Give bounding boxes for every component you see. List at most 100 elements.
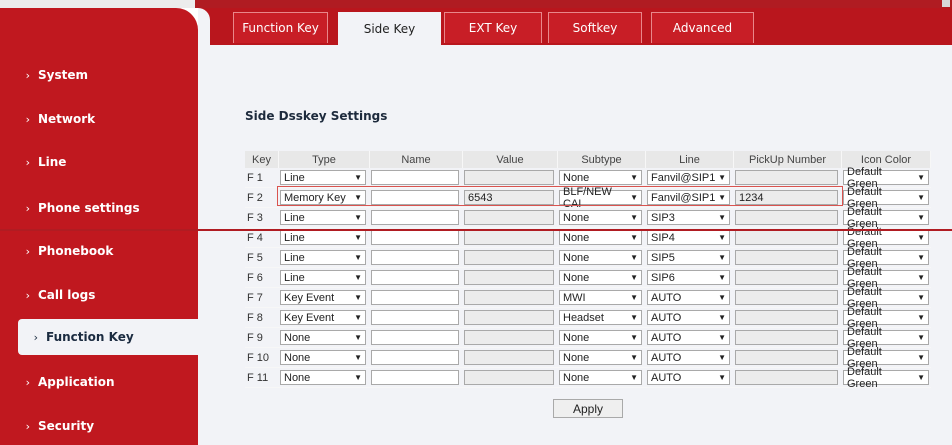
- sidebar-item-phonebook[interactable]: › Phonebook: [0, 233, 198, 269]
- sidebar-item-application[interactable]: › Application: [0, 364, 198, 400]
- subtype-select[interactable]: None ▼: [559, 170, 642, 185]
- name-input[interactable]: [371, 370, 459, 385]
- subtype-select[interactable]: BLF/NEW CAI ▼: [559, 186, 642, 210]
- line-select[interactable]: SIP6 ▼: [647, 270, 730, 285]
- value-cell: [463, 288, 558, 308]
- subtype-select[interactable]: Headset ▼: [559, 310, 642, 325]
- pickup-number-input[interactable]: [735, 230, 838, 245]
- sidebar-item-system[interactable]: › System: [0, 57, 198, 93]
- subtype-select[interactable]: None ▼: [559, 370, 642, 385]
- sidebar-item-line[interactable]: › Line: [0, 144, 198, 180]
- value-input[interactable]: [464, 350, 554, 365]
- name-input[interactable]: [371, 190, 459, 205]
- name-input[interactable]: [371, 350, 459, 365]
- value-input[interactable]: [464, 290, 554, 305]
- line-select[interactable]: SIP3 ▼: [647, 210, 730, 225]
- pickup-number-input[interactable]: [735, 310, 838, 325]
- line-select[interactable]: Fanvil@SIP1 ▼: [647, 190, 730, 205]
- type-select[interactable]: Key Event ▼: [280, 290, 366, 305]
- value-input[interactable]: [464, 270, 554, 285]
- icon-color-select[interactable]: Default Green ▼: [843, 186, 929, 210]
- apply-button[interactable]: Apply: [553, 399, 623, 418]
- name-input[interactable]: [371, 290, 459, 305]
- value-input[interactable]: [464, 230, 554, 245]
- type-select[interactable]: None ▼: [280, 350, 366, 365]
- name-input[interactable]: [371, 230, 459, 245]
- value-input[interactable]: 6543: [464, 190, 554, 205]
- subtype-select[interactable]: None ▼: [559, 250, 642, 265]
- pickup-number-input[interactable]: [735, 290, 838, 305]
- name-input[interactable]: [371, 210, 459, 225]
- subtype-select-value: None: [563, 211, 590, 224]
- type-select[interactable]: Key Event ▼: [280, 310, 366, 325]
- icon-color-select[interactable]: Default Green ▼: [843, 346, 929, 370]
- type-select[interactable]: Memory Key ▼: [280, 190, 366, 205]
- type-select[interactable]: None ▼: [280, 330, 366, 345]
- type-select[interactable]: Line ▼: [280, 230, 366, 245]
- dropdown-arrow-icon: ▼: [718, 253, 726, 262]
- subtype-cell: None ▼: [558, 368, 646, 388]
- icon-color-select[interactable]: Default Green ▼: [843, 226, 929, 250]
- line-select[interactable]: AUTO ▼: [647, 310, 730, 325]
- line-select[interactable]: AUTO ▼: [647, 330, 730, 345]
- subtype-select[interactable]: None ▼: [559, 210, 642, 225]
- pickup-number-input[interactable]: [735, 170, 838, 185]
- tab-side-key[interactable]: Side Key: [338, 12, 441, 45]
- icon-color-select[interactable]: Default Green ▼: [843, 246, 929, 270]
- tab-ext-key[interactable]: EXT Key: [444, 12, 542, 43]
- subtype-select[interactable]: MWI ▼: [559, 290, 642, 305]
- sidebar-item-function-key[interactable]: › Function Key: [18, 319, 198, 355]
- pickup-number-input[interactable]: [735, 370, 838, 385]
- icon-color-select[interactable]: Default Green ▼: [843, 326, 929, 350]
- type-select[interactable]: None ▼: [280, 370, 366, 385]
- line-select[interactable]: SIP5 ▼: [647, 250, 730, 265]
- pickup-number-input[interactable]: [735, 250, 838, 265]
- value-input[interactable]: [464, 170, 554, 185]
- type-select[interactable]: Line ▼: [280, 270, 366, 285]
- pickup-number-input[interactable]: [735, 270, 838, 285]
- name-input[interactable]: [371, 170, 459, 185]
- subtype-select[interactable]: None ▼: [559, 330, 642, 345]
- name-input[interactable]: [371, 270, 459, 285]
- icon-color-select[interactable]: Default Green ▼: [843, 266, 929, 290]
- tab-advanced[interactable]: Advanced: [651, 12, 754, 43]
- sidebar-item-security[interactable]: › Security: [0, 408, 198, 444]
- icon-color-select[interactable]: Default Green ▼: [843, 206, 929, 230]
- name-input[interactable]: [371, 250, 459, 265]
- dropdown-arrow-icon: ▼: [718, 193, 726, 202]
- icon-color-select[interactable]: Default Green ▼: [843, 306, 929, 330]
- tab-softkey[interactable]: Softkey: [548, 12, 642, 43]
- type-select[interactable]: Line ▼: [280, 250, 366, 265]
- tab-function-key[interactable]: Function Key: [233, 12, 328, 43]
- name-input[interactable]: [371, 310, 459, 325]
- sidebar-item-phone-settings[interactable]: › Phone settings: [0, 190, 198, 226]
- line-select[interactable]: AUTO ▼: [647, 290, 730, 305]
- type-select[interactable]: Line ▼: [280, 210, 366, 225]
- subtype-select-value: MWI: [563, 291, 586, 304]
- value-input[interactable]: [464, 250, 554, 265]
- line-select-value: AUTO: [651, 351, 682, 364]
- subtype-select[interactable]: None ▼: [559, 350, 642, 365]
- icon-color-select[interactable]: Default Green ▼: [843, 366, 929, 390]
- icon-color-select[interactable]: Default Green ▼: [843, 286, 929, 310]
- pickup-number-input[interactable]: 1234: [735, 190, 838, 205]
- value-input[interactable]: [464, 210, 554, 225]
- value-input[interactable]: [464, 370, 554, 385]
- sidebar-item-call-logs[interactable]: › Call logs: [0, 277, 198, 313]
- pickup-number-input[interactable]: [735, 330, 838, 345]
- name-input[interactable]: [371, 330, 459, 345]
- line-select[interactable]: SIP4 ▼: [647, 230, 730, 245]
- type-select[interactable]: Line ▼: [280, 170, 366, 185]
- subtype-select[interactable]: None ▼: [559, 270, 642, 285]
- line-select[interactable]: AUTO ▼: [647, 370, 730, 385]
- value-input[interactable]: [464, 310, 554, 325]
- sidebar-item-network[interactable]: › Network: [0, 101, 198, 137]
- value-input[interactable]: [464, 330, 554, 345]
- key-cell: F 9: [245, 328, 279, 348]
- subtype-select[interactable]: None ▼: [559, 230, 642, 245]
- line-select[interactable]: AUTO ▼: [647, 350, 730, 365]
- icon-color-select[interactable]: Default Green ▼: [843, 166, 929, 190]
- pickup-number-input[interactable]: [735, 350, 838, 365]
- pickup-number-input[interactable]: [735, 210, 838, 225]
- line-select[interactable]: Fanvil@SIP1 ▼: [647, 170, 730, 185]
